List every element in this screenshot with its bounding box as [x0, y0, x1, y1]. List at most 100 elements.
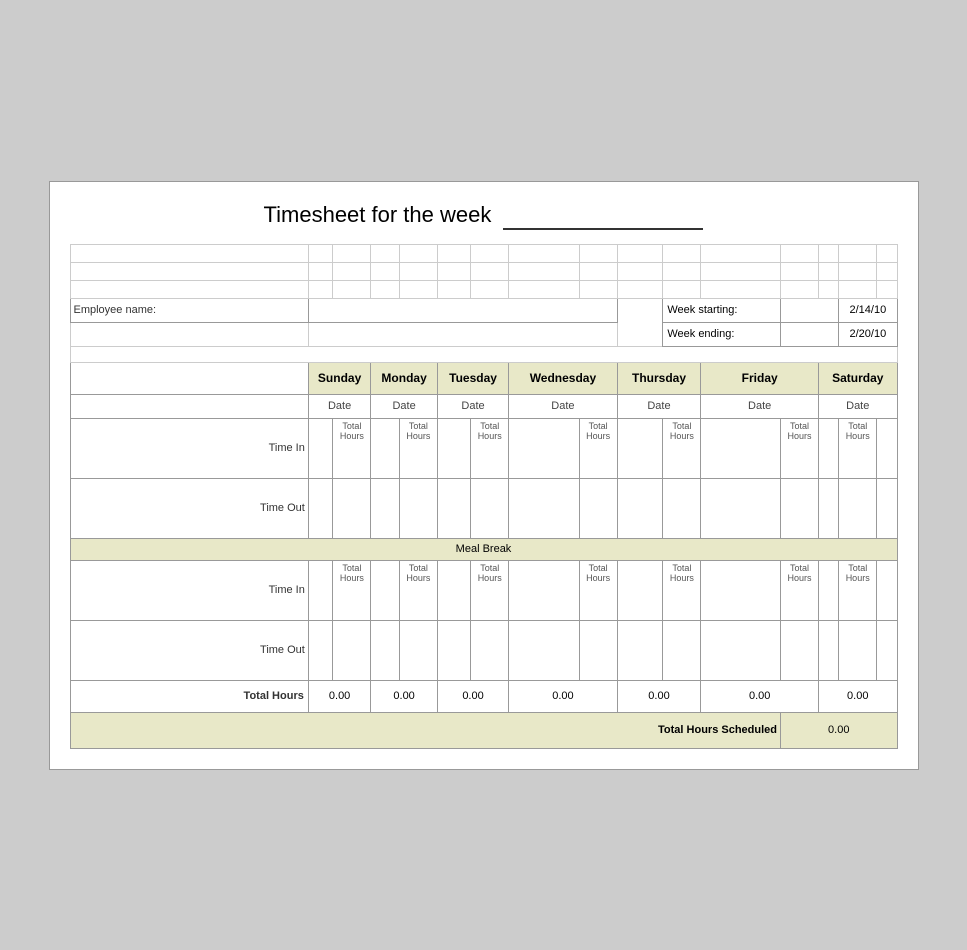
- thursday-date: Date: [617, 394, 701, 418]
- title-row: Timesheet for the week: [70, 202, 898, 234]
- thursday-hours-1: TotalHours: [663, 418, 701, 478]
- wednesday-timeout-2b: [579, 620, 617, 680]
- monday-timeout-2b: [399, 620, 437, 680]
- monday-total: 0.00: [371, 680, 437, 712]
- employee-name-field[interactable]: [308, 298, 617, 322]
- sunday-timeout-2[interactable]: [308, 620, 333, 680]
- wednesday-hours-1: TotalHours: [579, 418, 617, 478]
- time-in-label-1: Time In: [70, 418, 308, 478]
- monday-timeout-2[interactable]: [371, 620, 399, 680]
- sunday-timein-1[interactable]: [308, 418, 333, 478]
- day-header-row: Sunday Monday Tuesday Wednesday Thursday…: [70, 362, 897, 394]
- tuesday-timeout-2[interactable]: [437, 620, 470, 680]
- friday-hours-1: TotalHours: [781, 418, 819, 478]
- saturday-timein-2[interactable]: [819, 560, 839, 620]
- week-starting-label: Week starting:: [663, 298, 781, 322]
- blank-row-2: [70, 262, 897, 280]
- grand-total-value: 0.00: [781, 712, 898, 748]
- sunday-timeout-2b: [333, 620, 371, 680]
- friday-total: 0.00: [701, 680, 819, 712]
- wednesday-timeout-1[interactable]: [509, 478, 579, 538]
- tuesday-timein-1[interactable]: [437, 418, 470, 478]
- total-hours-label: Total Hours: [70, 680, 308, 712]
- monday-header: Monday: [371, 362, 437, 394]
- tuesday-hours-2: TotalHours: [471, 560, 509, 620]
- tuesday-total: 0.00: [437, 680, 508, 712]
- week-starting-value: 2/14/10: [839, 298, 897, 322]
- wednesday-timeout-1b: [579, 478, 617, 538]
- thursday-timein-1[interactable]: [617, 418, 663, 478]
- thursday-timeout-1[interactable]: [617, 478, 663, 538]
- meal-break-label: Meal Break: [70, 538, 897, 560]
- employee-label: Employee name:: [70, 298, 308, 322]
- timesheet-table: Employee name: Week starting: 2/14/10 We…: [70, 244, 898, 749]
- sunday-hours-1: TotalHours: [333, 418, 371, 478]
- friday-timein-2[interactable]: [701, 560, 781, 620]
- friday-date: Date: [701, 394, 819, 418]
- week-ending-label: Week ending:: [663, 322, 781, 346]
- monday-timein-1[interactable]: [371, 418, 399, 478]
- monday-date: Date: [371, 394, 437, 418]
- monday-timeout-1b: [399, 478, 437, 538]
- thursday-hours-2: TotalHours: [663, 560, 701, 620]
- title-underline[interactable]: [503, 202, 703, 230]
- grand-total-row: Total Hours Scheduled 0.00: [70, 712, 897, 748]
- meal-break-row: Meal Break: [70, 538, 897, 560]
- totals-row: Total Hours 0.00 0.00 0.00 0.00 0.00 0.0…: [70, 680, 897, 712]
- thursday-timeout-1b: [663, 478, 701, 538]
- tuesday-timeout-1b: [471, 478, 509, 538]
- tuesday-timeout-1[interactable]: [437, 478, 470, 538]
- saturday-date: Date: [819, 394, 898, 418]
- timesheet-page: Timesheet for the week: [49, 181, 919, 770]
- saturday-hours-2: TotalHours: [839, 560, 877, 620]
- time-out-label-1: Time Out: [70, 478, 308, 538]
- tuesday-timeout-2b: [471, 620, 509, 680]
- saturday-timein-1[interactable]: [819, 418, 839, 478]
- week-ending-value: 2/20/10: [839, 322, 897, 346]
- saturday-header: Saturday: [819, 362, 898, 394]
- monday-hours-1: TotalHours: [399, 418, 437, 478]
- friday-timeout-1b: [781, 478, 819, 538]
- thursday-header: Thursday: [617, 362, 701, 394]
- sunday-timein-2[interactable]: [308, 560, 333, 620]
- wednesday-hours-2: TotalHours: [579, 560, 617, 620]
- tuesday-timein-2[interactable]: [437, 560, 470, 620]
- sunday-header: Sunday: [308, 362, 371, 394]
- spacer-row: [70, 346, 897, 362]
- monday-timein-2[interactable]: [371, 560, 399, 620]
- sunday-timeout-1[interactable]: [308, 478, 333, 538]
- saturday-timeout-2b: [839, 620, 877, 680]
- time-in-row-2: Time In TotalHours TotalHours TotalHours…: [70, 560, 897, 620]
- monday-hours-2: TotalHours: [399, 560, 437, 620]
- wednesday-timein-1[interactable]: [509, 418, 579, 478]
- friday-timeout-1[interactable]: [701, 478, 781, 538]
- sunday-timeout-1b: [333, 478, 371, 538]
- sunday-total: 0.00: [308, 680, 371, 712]
- saturday-timeout-1[interactable]: [819, 478, 839, 538]
- tuesday-date: Date: [437, 394, 508, 418]
- sunday-hours-2: TotalHours: [333, 560, 371, 620]
- monday-timeout-1[interactable]: [371, 478, 399, 538]
- friday-timein-1[interactable]: [701, 418, 781, 478]
- employee-info-row: Employee name: Week starting: 2/14/10: [70, 298, 897, 322]
- wednesday-header: Wednesday: [509, 362, 617, 394]
- saturday-total: 0.00: [819, 680, 898, 712]
- friday-timeout-2[interactable]: [701, 620, 781, 680]
- blank-row-1: [70, 244, 897, 262]
- saturday-timeout-2[interactable]: [819, 620, 839, 680]
- wednesday-timein-2[interactable]: [509, 560, 579, 620]
- thursday-timein-2[interactable]: [617, 560, 663, 620]
- thursday-timeout-2[interactable]: [617, 620, 663, 680]
- thursday-total: 0.00: [617, 680, 701, 712]
- week-ending-info-row: Week ending: 2/20/10: [70, 322, 897, 346]
- thursday-timeout-2b: [663, 620, 701, 680]
- time-out-label-2: Time Out: [70, 620, 308, 680]
- saturday-hours-1: TotalHours: [839, 418, 877, 478]
- wednesday-timeout-2[interactable]: [509, 620, 579, 680]
- time-out-row-1: Time Out: [70, 478, 897, 538]
- wednesday-total: 0.00: [509, 680, 617, 712]
- wednesday-date: Date: [509, 394, 617, 418]
- time-out-row-2: Time Out: [70, 620, 897, 680]
- sunday-date: Date: [308, 394, 371, 418]
- week-starting-blank: [781, 298, 839, 322]
